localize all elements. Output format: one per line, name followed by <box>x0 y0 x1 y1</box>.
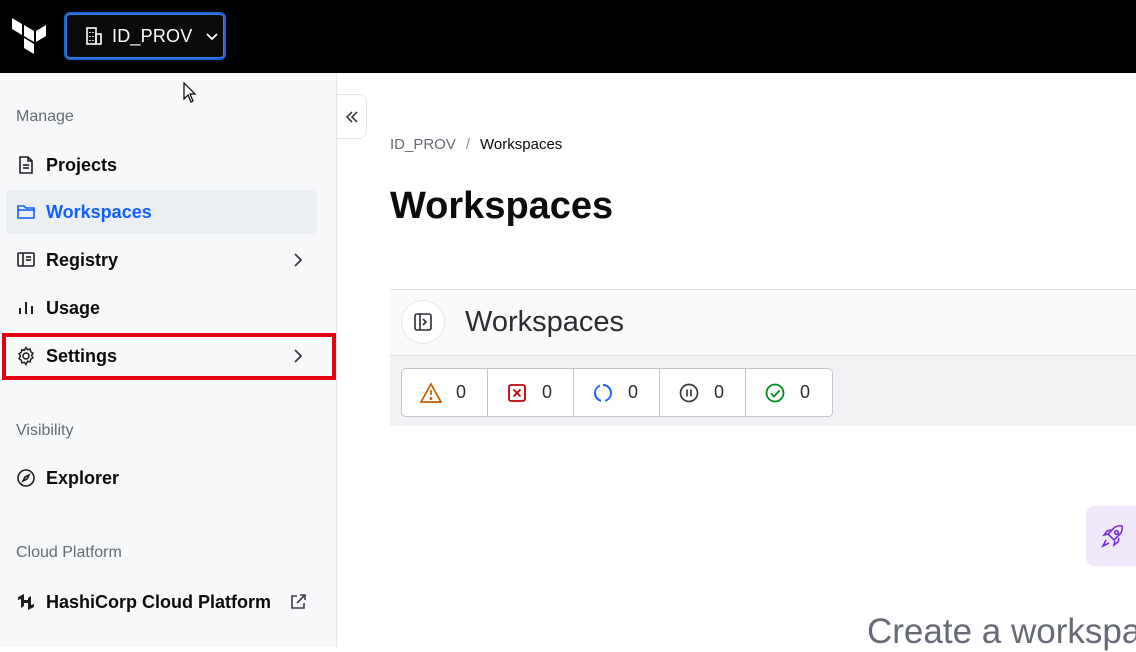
registry-icon <box>16 250 36 270</box>
status-count: 0 <box>542 382 553 402</box>
bar-chart-icon <box>16 298 36 318</box>
chevron-down-icon <box>206 33 219 41</box>
status-count: 0 <box>456 382 467 402</box>
sidebar-item-hcp[interactable]: HashiCorp Cloud Platform <box>6 580 317 624</box>
pause-circle-icon <box>678 382 700 404</box>
sidebar-item-label: Settings <box>46 345 118 366</box>
gear-icon <box>16 346 36 366</box>
external-link-icon <box>289 593 307 611</box>
status-filter-running[interactable]: 0 <box>574 369 660 416</box>
rocket-tile <box>1086 506 1136 566</box>
panel-header: Workspaces <box>390 290 1136 356</box>
sidebar-item-label: Registry <box>46 249 119 270</box>
status-count: 0 <box>628 382 639 402</box>
workspaces-panel: Workspaces 0 0 0 0 0 <box>390 289 1136 426</box>
status-filter-group: 0 0 0 0 0 <box>401 368 833 417</box>
panel-title: Workspaces <box>465 306 625 338</box>
sidebar-item-label: Explorer <box>46 467 120 488</box>
page-title: Workspaces <box>390 185 614 227</box>
status-filter-warning[interactable]: 0 <box>402 369 488 416</box>
error-x-icon <box>506 382 528 404</box>
compass-icon <box>16 468 36 488</box>
folder-icon <box>16 202 36 222</box>
status-count: 0 <box>714 382 725 402</box>
sidebar-expand-icon <box>414 313 432 331</box>
panel-toggle-button[interactable] <box>401 300 445 344</box>
mouse-cursor-icon <box>183 82 197 103</box>
status-filter-applied[interactable]: 0 <box>746 369 832 416</box>
sidebar-item-label: HashiCorp Cloud Platform <box>46 591 272 612</box>
sidebar-item-label: Workspaces <box>46 201 152 222</box>
organization-switcher[interactable]: ID_PROV <box>64 12 226 60</box>
status-filter-errored[interactable]: 0 <box>488 369 574 416</box>
sidebar-item-projects[interactable]: Projects <box>6 143 317 187</box>
file-text-icon <box>16 155 36 175</box>
chevrons-left-icon <box>345 110 358 123</box>
collapse-sidebar-button[interactable] <box>337 94 367 139</box>
top-bar: ID_PROV <box>0 0 1136 73</box>
sidebar-item-settings[interactable]: Settings <box>6 334 317 378</box>
terraform-logo-icon[interactable] <box>12 18 46 54</box>
building-icon <box>86 27 102 45</box>
sidebar-item-explorer[interactable]: Explorer <box>6 456 317 500</box>
warning-icon <box>420 381 442 404</box>
sidebar-item-usage[interactable]: Usage <box>6 286 317 330</box>
status-count: 0 <box>800 382 811 402</box>
chevron-right-icon <box>289 251 307 269</box>
rocket-icon <box>1101 524 1124 548</box>
chevron-right-icon <box>289 347 307 365</box>
sidebar-item-registry[interactable]: Registry <box>6 238 317 282</box>
create-workspace-heading: Create a workspace <box>867 612 1136 651</box>
breadcrumb-separator: / <box>465 136 471 153</box>
sidebar-item-workspaces[interactable]: Workspaces <box>6 190 317 234</box>
breadcrumb: ID_PROV / Workspaces <box>390 136 562 153</box>
check-circle-icon <box>764 382 786 404</box>
sidebar-section-visibility: Visibility <box>16 422 74 439</box>
sidebar-item-label: Projects <box>46 154 118 175</box>
sidebar-item-label: Usage <box>46 297 101 318</box>
sidebar-section-cloud-platform: Cloud Platform <box>16 544 122 561</box>
breadcrumb-org-link[interactable]: ID_PROV <box>390 136 456 153</box>
hashicorp-icon <box>16 592 36 612</box>
organization-name: ID_PROV <box>112 25 193 46</box>
sidebar-section-manage: Manage <box>16 108 74 125</box>
status-filter-paused[interactable]: 0 <box>660 369 746 416</box>
breadcrumb-current: Workspaces <box>480 136 563 153</box>
loading-icon <box>592 382 614 404</box>
